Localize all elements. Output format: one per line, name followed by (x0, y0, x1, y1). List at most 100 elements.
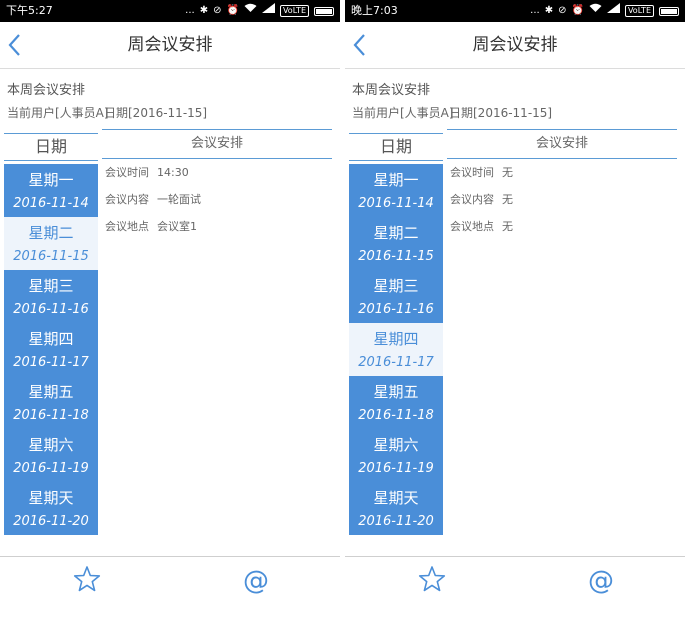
wifi-icon (589, 0, 602, 22)
alarm-icon: ⏰ (571, 5, 584, 16)
current-date-label: 日期[2016-11-15] (104, 106, 208, 120)
day-item[interactable]: 星期六 2016-11-19 (4, 429, 98, 482)
detail-label: 会议地点 (450, 220, 494, 233)
mute-icon: ⊘ (558, 5, 567, 16)
day-date: 2016-11-20 (358, 514, 434, 529)
meeting-column-header: 会议安排 (447, 129, 677, 159)
meeting-location-row: 会议地点无 (450, 220, 680, 247)
day-item[interactable]: 星期天 2016-11-20 (349, 482, 443, 535)
detail-value: 会议室1 (157, 220, 197, 233)
day-item[interactable]: 星期二 2016-11-15 (349, 217, 443, 270)
volte-badge: VoLTE (624, 5, 654, 17)
meeting-time-row: 会议时间 14:30 (105, 166, 335, 193)
meeting-location-row: 会议地点 会议室1 (105, 220, 335, 247)
mentions-tab[interactable]: @ (581, 562, 621, 600)
wifi-icon (244, 0, 257, 22)
day-item[interactable]: 星期天 2016-11-20 (4, 482, 98, 535)
bluetooth-icon: ✱ (199, 5, 209, 16)
volte-badge: VoLTE (279, 5, 309, 17)
date-column-header: 日期 (349, 133, 443, 161)
status-time: 下午5:27 (6, 4, 53, 17)
at-icon: @ (243, 566, 269, 596)
day-item[interactable]: 星期三 2016-11-16 (4, 270, 98, 323)
at-icon: @ (588, 566, 614, 596)
day-weekday: 星期三 (28, 277, 74, 295)
day-item[interactable]: 星期三 2016-11-16 (349, 270, 443, 323)
section-title: 本周会议安排 (7, 83, 86, 98)
day-date: 2016-11-19 (13, 461, 89, 476)
detail-value: 14:30 (157, 166, 189, 179)
detail-label: 会议地点 (105, 220, 149, 233)
day-weekday: 星期四 (373, 330, 419, 348)
meeting-content-row: 会议内容无 (450, 193, 680, 220)
bottom-divider (345, 556, 685, 557)
phone-screen-1: 下午5:27 ... ✱ ⊘ ⏰ VoLTE 周会议安排 本周会议安排 当前用户… (0, 0, 340, 619)
detail-label: 会议内容 (105, 193, 149, 206)
detail-label: 会议时间 (105, 166, 149, 179)
status-icons: ... ✱ ⊘ ⏰ VoLTE (530, 0, 679, 22)
day-list: 星期一 2016-11-14 星期二 2016-11-15 星期三 2016-1… (4, 164, 98, 535)
status-icons: ... ✱ ⊘ ⏰ VoLTE (185, 0, 334, 22)
day-weekday: 星期天 (373, 489, 419, 507)
current-date-label: 日期[2016-11-15] (449, 106, 553, 120)
more-dots-icon: ... (185, 5, 195, 16)
day-date: 2016-11-16 (358, 302, 434, 317)
day-weekday: 星期一 (28, 171, 74, 189)
day-weekday: 星期五 (28, 383, 74, 401)
detail-value: 无 (502, 166, 513, 179)
mute-icon: ⊘ (213, 5, 222, 16)
favorites-tab[interactable] (67, 562, 107, 600)
meeting-content-row: 会议内容 一轮面试 (105, 193, 335, 220)
more-dots-icon: ... (530, 5, 540, 16)
day-weekday: 星期一 (373, 171, 419, 189)
day-item[interactable]: 星期四 2016-11-17 (349, 323, 443, 376)
meeting-time-row: 会议时间无 (450, 166, 680, 193)
day-item[interactable]: 星期四 2016-11-17 (4, 323, 98, 376)
day-item[interactable]: 星期二 2016-11-15 (4, 217, 98, 270)
mentions-tab[interactable]: @ (236, 562, 276, 600)
page-title: 周会议安排 (127, 35, 213, 55)
day-weekday: 星期四 (28, 330, 74, 348)
day-weekday: 星期二 (28, 224, 74, 242)
status-bar: 下午5:27 ... ✱ ⊘ ⏰ VoLTE (0, 0, 340, 22)
star-icon (418, 565, 446, 597)
meeting-details: 会议时间无 会议内容无 会议地点无 (450, 166, 680, 247)
battery-icon (659, 6, 679, 16)
favorites-tab[interactable] (412, 562, 452, 600)
day-item[interactable]: 星期一 2016-11-14 (349, 164, 443, 217)
battery-icon (314, 6, 334, 16)
day-date: 2016-11-15 (13, 249, 89, 264)
day-item[interactable]: 星期六 2016-11-19 (349, 429, 443, 482)
current-user-label: 当前用户[人事员A] (7, 106, 109, 120)
detail-value: 无 (502, 193, 513, 206)
day-item[interactable]: 星期一 2016-11-14 (4, 164, 98, 217)
day-item[interactable]: 星期五 2016-11-18 (4, 376, 98, 429)
day-weekday: 星期三 (373, 277, 419, 295)
day-date: 2016-11-16 (13, 302, 89, 317)
title-bar: 周会议安排 (345, 22, 685, 69)
status-bar: 晚上7:03 ... ✱ ⊘ ⏰ VoLTE (345, 0, 685, 22)
detail-label: 会议时间 (450, 166, 494, 179)
title-bar: 周会议安排 (0, 22, 340, 69)
day-weekday: 星期二 (373, 224, 419, 242)
meeting-details: 会议时间 14:30 会议内容 一轮面试 会议地点 会议室1 (105, 166, 335, 247)
bluetooth-icon: ✱ (544, 5, 554, 16)
chevron-left-icon[interactable] (349, 30, 377, 60)
day-item[interactable]: 星期五 2016-11-18 (349, 376, 443, 429)
detail-value: 一轮面试 (157, 193, 201, 206)
day-date: 2016-11-14 (13, 196, 89, 211)
day-date: 2016-11-18 (13, 408, 89, 423)
detail-value: 无 (502, 220, 513, 233)
phone-screen-2: 晚上7:03 ... ✱ ⊘ ⏰ VoLTE 周会议安排 本周会议安排 当前用户… (345, 0, 685, 619)
signal-icon (261, 0, 275, 22)
section-title: 本周会议安排 (352, 83, 431, 98)
detail-label: 会议内容 (450, 193, 494, 206)
day-list: 星期一 2016-11-14 星期二 2016-11-15 星期三 2016-1… (349, 164, 443, 535)
day-weekday: 星期天 (28, 489, 74, 507)
chevron-left-icon[interactable] (4, 30, 32, 60)
day-date: 2016-11-17 (358, 355, 434, 370)
meeting-column-header: 会议安排 (102, 129, 332, 159)
day-weekday: 星期六 (28, 436, 74, 454)
page-title: 周会议安排 (472, 35, 558, 55)
day-weekday: 星期五 (373, 383, 419, 401)
